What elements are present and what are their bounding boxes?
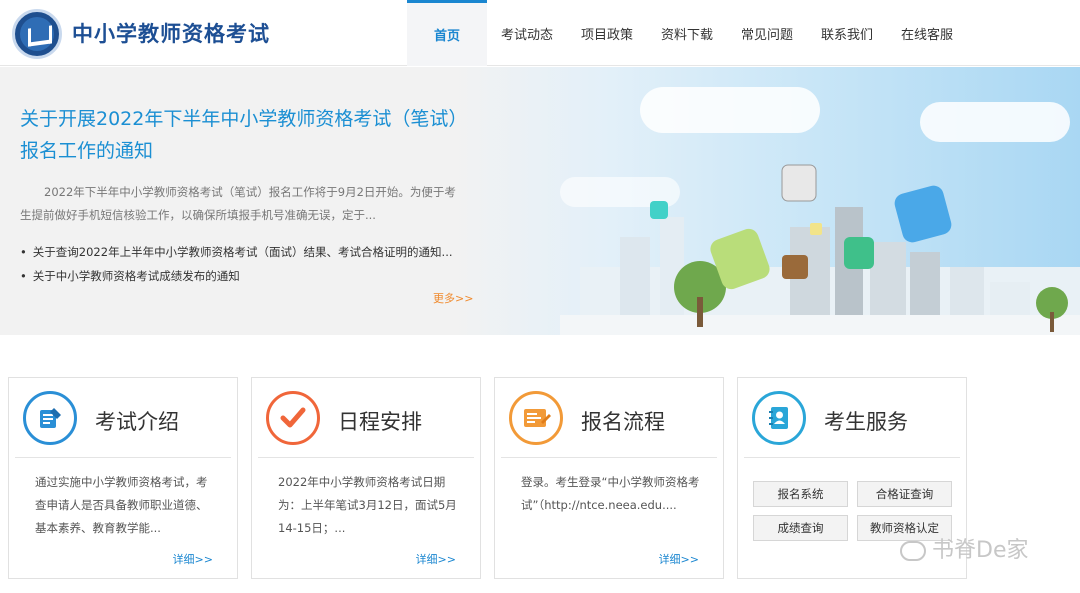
card-title[interactable]: 日程安排 (338, 406, 422, 436)
more-link[interactable]: 更多>> (433, 290, 473, 306)
nav-contact[interactable]: 联系我们 (807, 0, 887, 66)
service-button-score-query[interactable]: 成绩查询 (753, 515, 848, 541)
service-button-certificate-query[interactable]: 合格证查询 (857, 481, 952, 507)
card-header: 考生服务 (744, 378, 960, 458)
card-title[interactable]: 考试介绍 (95, 406, 179, 436)
site-logo[interactable] (12, 9, 62, 59)
book-emblem-icon (20, 17, 54, 51)
site-header: 中小学教师资格考试 首页 考试动态 项目政策 资料下载 常见问题 联系我们 在线… (0, 0, 1080, 66)
address-book-icon (752, 391, 806, 445)
card-registration-process: 报名流程 登录。考生登录“中小学教师资格考试”（http://ntce.neea… (494, 377, 724, 579)
card-schedule: 日程安排 2022年中小学教师资格考试日期为：上半年笔试3月12日，面试5月14… (251, 377, 481, 579)
wechat-icon (900, 541, 926, 561)
headline-summary: 2022年下半年中小学教师资格考试（笔试）报名工作将于9月2日开始。为便于考生提… (20, 185, 456, 222)
news-item[interactable]: 关于中小学教师资格考试成绩发布的通知 (20, 264, 465, 288)
main-nav: 首页 考试动态 项目政策 资料下载 常见问题 联系我们 在线客服 (407, 0, 967, 66)
service-button-registration-system[interactable]: 报名系统 (753, 481, 848, 507)
card-text: 登录。考生登录“中小学教师资格考试”（http://ntce.neea.edu.… (521, 475, 700, 512)
site-title[interactable]: 中小学教师资格考试 (72, 18, 270, 48)
news-list: 关于查询2022年上半年中小学教师资格考试（面试）结果、考试合格证明的通知...… (20, 240, 465, 288)
details-link[interactable]: 详细>> (173, 551, 213, 567)
nav-exam-news[interactable]: 考试动态 (487, 0, 567, 66)
card-text: 通过实施中小学教师资格考试，考查申请人是否具备教师职业道德、基本素养、教育教学能… (35, 475, 208, 535)
card-title[interactable]: 考生服务 (824, 406, 908, 436)
watermark-text: 书脊De家 (932, 538, 1029, 563)
city-illustration (560, 164, 1080, 335)
headline-link[interactable]: 关于开展2022年下半年中小学教师资格考试（笔试）报名工作的通知 (20, 103, 465, 167)
details-link[interactable]: 详细>> (659, 551, 699, 567)
card-exam-intro: 考试介绍 通过实施中小学教师资格考试，考查申请人是否具备教师职业道德、基本素养、… (8, 377, 238, 579)
nav-faq[interactable]: 常见问题 (727, 0, 807, 66)
card-header: 报名流程 (501, 378, 717, 458)
document-edit-icon (23, 391, 77, 445)
card-header: 日程安排 (258, 378, 474, 458)
details-link[interactable]: 详细>> (416, 551, 456, 567)
nav-home[interactable]: 首页 (407, 0, 487, 66)
nav-policy[interactable]: 项目政策 (567, 0, 647, 66)
card-header: 考试介绍 (15, 378, 231, 458)
card-text: 2022年中小学教师资格考试日期为：上半年笔试3月12日，面试5月14-15日；… (278, 475, 457, 535)
nav-online-service[interactable]: 在线客服 (887, 0, 967, 66)
checkmark-icon (266, 391, 320, 445)
card-title[interactable]: 报名流程 (581, 406, 665, 436)
banner: 关于开展2022年下半年中小学教师资格考试（笔试）报名工作的通知 2022年下半… (0, 67, 1080, 335)
registration-form-icon (509, 391, 563, 445)
nav-downloads[interactable]: 资料下载 (647, 0, 727, 66)
news-item[interactable]: 关于查询2022年上半年中小学教师资格考试（面试）结果、考试合格证明的通知... (20, 240, 465, 264)
watermark: 书脊De家 (900, 532, 1028, 564)
